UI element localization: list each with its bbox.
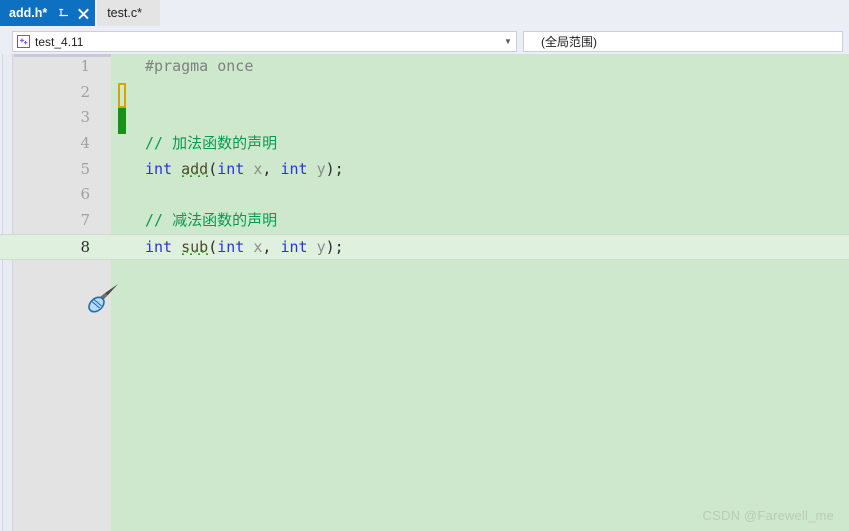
cpp-project-icon [16, 34, 31, 49]
line-number: 1 [80, 57, 90, 75]
line-number: 5 [80, 159, 90, 178]
code-token: int [280, 237, 317, 256]
code-token: y [316, 237, 326, 256]
code-token: // 减法函数的声明 [145, 211, 278, 230]
code-lines-container[interactable]: 1 #pragma once 2 3 4 // 加法函数的声明 5 int add(int x… [0, 54, 849, 531]
code-token: , [262, 159, 281, 178]
line-number: 8 [80, 237, 90, 256]
code-token: ( [208, 237, 218, 256]
code-token: #pragma once [145, 57, 254, 75]
csdn-watermark: CSDN @Farewell_me [702, 508, 834, 523]
code-token-squiggled: sub [181, 237, 209, 256]
code-token: ); [325, 237, 344, 256]
line-number: 4 [80, 134, 90, 153]
code-token: , [262, 237, 281, 256]
line-number: 2 [80, 82, 90, 101]
code-line[interactable]: 1 #pragma once [0, 54, 849, 80]
code-line[interactable]: 7 // 减法函数的声明 [0, 208, 849, 234]
code-token: int [145, 159, 182, 178]
code-token: int [217, 159, 254, 178]
code-line-text: #pragma once [145, 54, 253, 80]
code-line-text: int sub(int x, int y); [145, 235, 344, 261]
code-line[interactable]: 6 [0, 182, 849, 208]
code-token: int [217, 237, 254, 256]
tab-test-c-label: test.c* [107, 5, 142, 20]
code-token: ); [325, 159, 344, 178]
code-line[interactable]: 2 [0, 80, 849, 106]
code-token: ( [208, 159, 218, 178]
code-line[interactable]: 5 int add(int x, int y); [0, 157, 849, 183]
close-icon[interactable] [77, 7, 90, 20]
editor-tab-strip: add.h* test.c* [0, 0, 849, 29]
code-line-text: int add(int x, int y); [145, 157, 344, 183]
code-editor[interactable]: 1 #pragma once 2 3 4 // 加法函数的声明 5 int add(int x… [0, 54, 849, 531]
line-number: 6 [80, 185, 90, 204]
project-scope-value: test_4.11 [35, 34, 84, 49]
code-token: y [316, 159, 326, 178]
tab-add-h[interactable]: add.h* [0, 0, 96, 26]
pin-icon[interactable] [57, 7, 70, 20]
code-token: int [145, 237, 182, 256]
project-scope-dropdown[interactable]: test_4.11 ▼ [12, 31, 517, 52]
code-line-text: // 加法函数的声明 [145, 131, 277, 157]
chevron-down-icon[interactable]: ▼ [500, 37, 516, 46]
code-token: int [280, 159, 317, 178]
code-line[interactable]: 4 // 加法函数的声明 [0, 131, 849, 157]
code-token-squiggled: add [181, 159, 209, 178]
code-token: // 加法函数的声明 [145, 134, 278, 153]
navigation-bar: test_4.11 ▼ (全局范围) [0, 29, 849, 54]
line-number: 3 [80, 108, 90, 127]
code-line[interactable]: 3 [0, 105, 849, 131]
code-line-text: // 减法函数的声明 [145, 208, 277, 234]
member-scope-dropdown[interactable]: (全局范围) [523, 31, 843, 52]
code-line[interactable]: 8 int sub(int x, int y); [0, 233, 849, 261]
line-number: 7 [80, 211, 90, 230]
member-scope-value: (全局范围) [541, 35, 597, 49]
tab-add-h-label: add.h* [9, 5, 48, 20]
tab-test-c[interactable]: test.c* [97, 0, 160, 26]
